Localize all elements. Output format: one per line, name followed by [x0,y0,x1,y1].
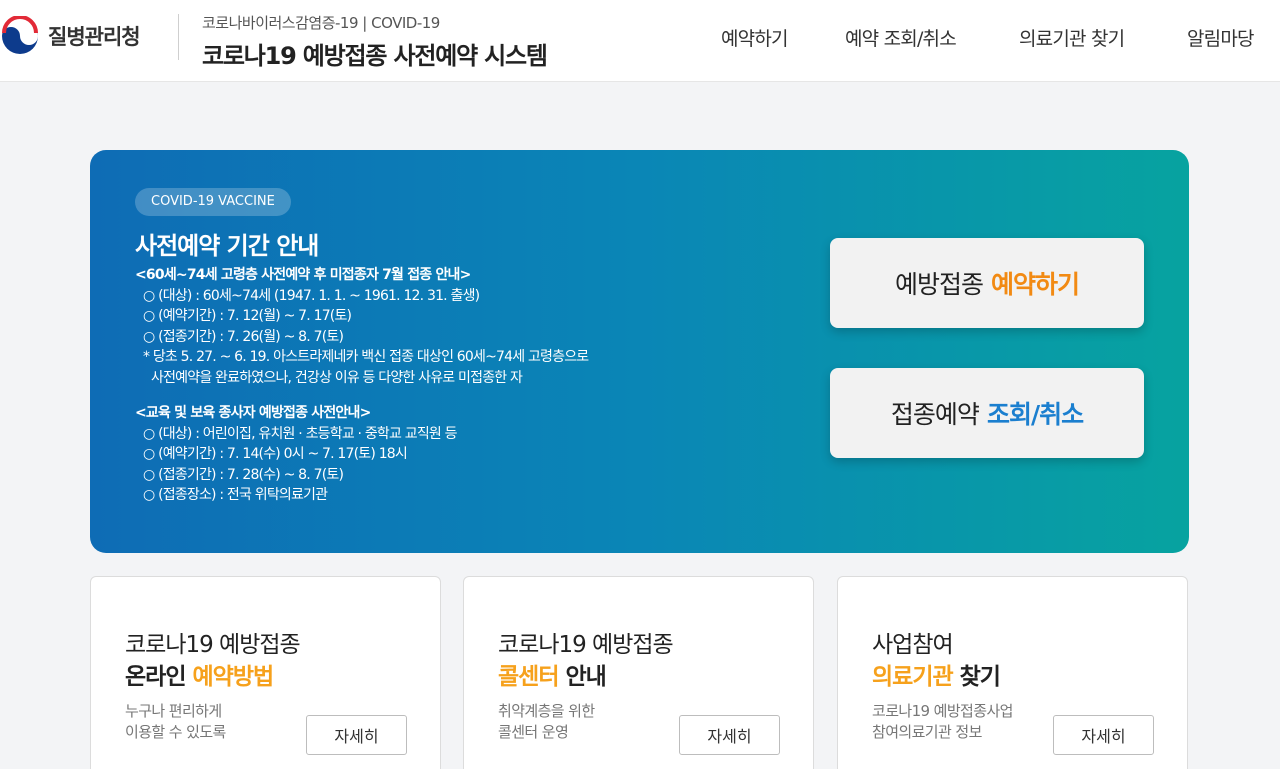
site-title[interactable]: 코로나19 예방접종 사전예약 시스템 [202,36,548,71]
notice-line: ○ (접종기간) : 7. 28(수) ~ 8. 7(토) [143,466,344,483]
notice-heading: <60세~74세 고령층 사전예약 후 미접종자 7월 접종 안내> [135,267,471,283]
site-subtitle: 코로나바이러스감염증-19 | COVID-19 [202,14,440,32]
card-desc-line2: 이용할 수 있도록 [125,723,226,741]
notice-line: ○ (예약기간) : 7. 12(월) ~ 7. 17(토) [143,308,352,324]
lookup-cancel-button[interactable]: 접종예약 조회/취소 [830,368,1144,458]
card-title-highlight: 의료기관 [872,664,954,690]
card-title-tail: 찾기 [952,664,1001,690]
notice-line: ○ (접종기간) : 7. 26(월) ~ 8. 7(토) [143,328,344,345]
notice-education: <교육 및 보육 종사자 예방접종 사전안내> ○ (대상) : 어린이집, 유… [135,403,735,506]
card-title-line2: 콜센터 안내 [498,657,607,691]
details-button[interactable]: 자세히 [679,715,780,755]
card-find-clinic: 사업참여 의료기관 찾기 코로나19 예방접종사업 참여의료기관 정보 자세히 [837,576,1188,769]
card-title-line2: 온라인 예약방법 [125,657,275,691]
card-desc-line1: 취약계층을 위한 [498,702,595,720]
card-title-plain: 온라인 [125,664,193,690]
notice-line: ○ (접종장소) : 전국 위탁의료기관 [143,487,328,503]
notice-heading: <교육 및 보육 종사자 예방접종 사전안내> [135,405,371,421]
card-online-reservation: 코로나19 예방접종 온라인 예약방법 누구나 편리하게 이용할 수 있도록 자… [90,576,441,769]
nav-reserve[interactable]: 예약하기 [721,24,789,51]
card-title-line2: 의료기관 찾기 [872,657,1001,691]
card-title-highlight: 콜센터 [498,664,559,690]
nav-find-clinic[interactable]: 의료기관 찾기 [1019,24,1125,51]
card-desc-line1: 누구나 편리하게 [125,702,222,720]
vaccine-badge: COVID-19 VACCINE [135,188,291,216]
details-button[interactable]: 자세히 [306,715,407,755]
card-title-highlight: 예약방법 [192,664,275,690]
notice-line: ○ (대상) : 어린이집, 유치원 · 초등학교 · 중학교 교직원 등 [143,425,458,442]
notice-line: ○ (예약기간) : 7. 14(수) 0시 ~ 7. 17(토) 18시 [143,446,408,462]
card-title-line1: 코로나19 예방접종 [125,632,301,658]
taegeuk-logo-icon [2,16,38,54]
button-prefix: 예방접종 [894,270,984,299]
notice-line: 사전예약을 완료하였으나, 건강상 이유 등 다양한 사유로 미접종한 자 [151,369,523,386]
card-description: 코로나19 예방접종사업 참여의료기관 정보 [872,701,1013,743]
button-highlight: 예약하기 [991,270,1080,299]
notice-elderly: <60세~74세 고령층 사전예약 후 미접종자 7월 접종 안내> ○ (대상… [135,265,735,388]
card-title-tail: 안내 [558,664,606,690]
button-prefix: 접종예약 [890,400,980,429]
card-desc-line2: 참여의료기관 정보 [872,723,982,741]
details-button[interactable]: 자세히 [1053,715,1154,755]
button-highlight: 조회/취소 [986,400,1084,429]
reserve-vaccination-button[interactable]: 예방접종 예약하기 [830,238,1144,328]
header-divider [178,14,179,60]
card-call-center: 코로나19 예방접종 콜센터 안내 취약계층을 위한 콜센터 운영 자세히 [463,576,814,769]
hero-banner: COVID-19 VACCINE 사전예약 기간 안내 <60세~74세 고령층… [90,150,1189,553]
nav-lookup-cancel[interactable]: 예약 조회/취소 [845,24,957,51]
card-title-line1: 사업참여 [872,632,954,658]
card-description: 취약계층을 위한 콜센터 운영 [498,701,595,743]
notice-line: ○ (대상) : 60세~74세 (1947. 1. 1. ~ 1961. 12… [143,287,480,304]
card-title-line1: 코로나19 예방접종 [498,632,674,658]
nav-notices[interactable]: 알림마당 [1187,24,1255,51]
agency-name: 질병관리청 [48,25,141,49]
agency-logo[interactable]: 질병관리청 [0,14,141,58]
hero-title: 사전예약 기간 안내 [135,232,319,260]
card-desc-line1: 코로나19 예방접종사업 [872,702,1013,720]
card-description: 누구나 편리하게 이용할 수 있도록 [125,701,226,743]
notice-line: * 당초 5. 27. ~ 6. 19. 아스트라제네카 백신 접종 대상인 6… [143,349,589,365]
site-header: 질병관리청 코로나바이러스감염증-19 | COVID-19 코로나19 예방접… [0,0,1280,82]
card-desc-line2: 콜센터 운영 [498,723,569,741]
